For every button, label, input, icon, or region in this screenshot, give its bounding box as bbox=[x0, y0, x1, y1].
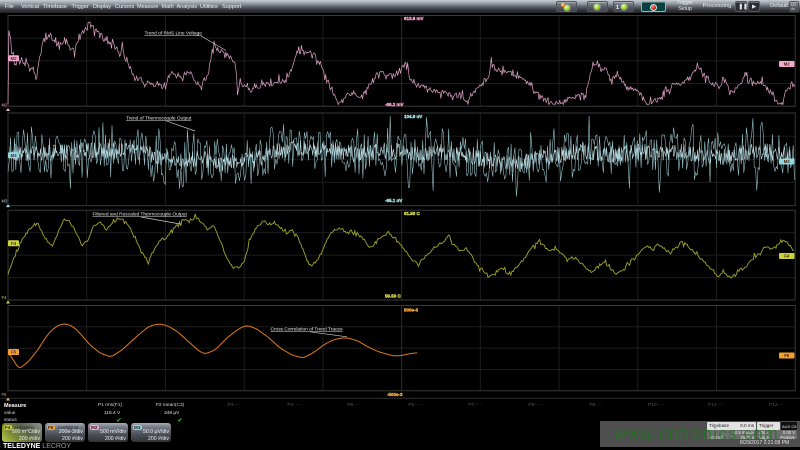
svg-text:500e-3: 500e-3 bbox=[404, 308, 419, 313]
svg-text:M3: M3 bbox=[2, 199, 8, 204]
svg-text:F5: F5 bbox=[11, 350, 17, 355]
svg-text:M2: M2 bbox=[784, 62, 790, 67]
svg-text:F4: F4 bbox=[784, 254, 790, 259]
svg-text:104.9 uV: 104.9 uV bbox=[404, 114, 422, 119]
svg-text:M3: M3 bbox=[784, 159, 790, 164]
svg-text:M3: M3 bbox=[10, 153, 17, 158]
svg-text:Filtered and Rescaled Thermoco: Filtered and Rescaled Thermocouple Outpu… bbox=[93, 211, 188, 217]
svg-text:Trend of Thermocouple Output: Trend of Thermocouple Output bbox=[126, 115, 192, 121]
svg-text:Trend of RMS Line Voltage: Trend of RMS Line Voltage bbox=[145, 31, 203, 37]
svg-text:61.50 C: 61.50 C bbox=[404, 211, 421, 216]
svg-text:-500e-3: -500e-3 bbox=[387, 392, 403, 397]
svg-text:F4: F4 bbox=[11, 241, 17, 246]
svg-text:M2: M2 bbox=[10, 56, 17, 61]
svg-text:Cross Correlation of Trend Tra: Cross Correlation of Trend Traces bbox=[271, 326, 344, 332]
svg-text:F5: F5 bbox=[2, 392, 8, 397]
svg-text:M2: M2 bbox=[2, 103, 8, 108]
svg-text:59.50 C: 59.50 C bbox=[385, 293, 402, 298]
svg-text:F4: F4 bbox=[2, 295, 8, 300]
svg-text:F5: F5 bbox=[784, 353, 790, 358]
svg-text:613.8 mV: 613.8 mV bbox=[404, 16, 424, 21]
svg-text:-66.2 mV: -66.2 mV bbox=[385, 102, 404, 107]
svg-text:-95.1 uV: -95.1 uV bbox=[385, 198, 402, 203]
